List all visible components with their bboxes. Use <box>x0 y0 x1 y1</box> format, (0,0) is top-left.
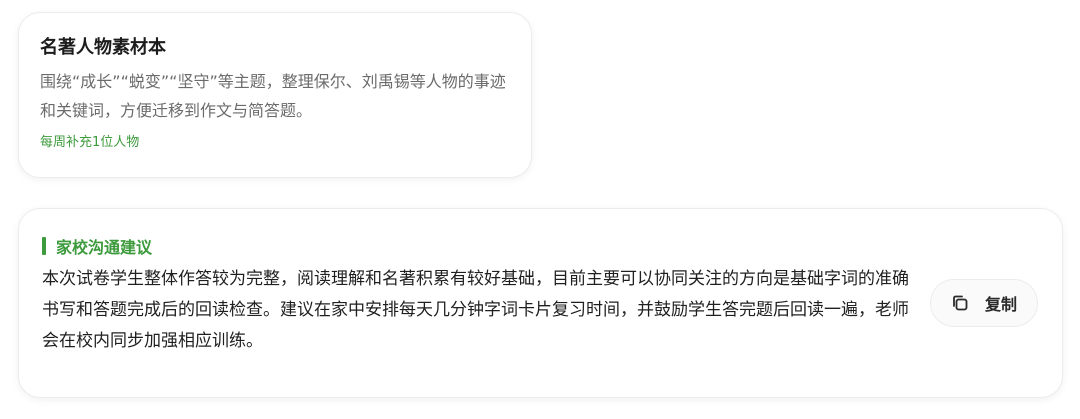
material-card-description: 围绕“成长”“蜕变”“坚守”等主题，整理保尔、刘禹锡等人物的事迹和关键词，方便迁… <box>40 72 506 120</box>
copy-button[interactable]: 复制 <box>930 279 1038 327</box>
page: 名著人物素材本 围绕“成长”“蜕变”“坚守”等主题，整理保尔、刘禹锡等人物的事迹… <box>0 0 1080 419</box>
material-card-title: 名著人物素材本 <box>40 37 166 58</box>
accent-bar <box>42 237 46 255</box>
advice-card: 家校沟通建议 本次试卷学生整体作答较为完整，阅读理解和名著积累有较好基础，目前主… <box>18 208 1063 398</box>
material-card-tag: 每周补充1位人物 <box>40 135 140 150</box>
material-card: 名著人物素材本 围绕“成长”“蜕变”“坚守”等主题，整理保尔、刘禹锡等人物的事迹… <box>18 12 532 178</box>
copy-icon <box>951 294 969 312</box>
copy-button-label: 复制 <box>984 295 1017 314</box>
advice-card-header: 家校沟通建议 <box>42 236 1062 257</box>
advice-card-body: 本次试卷学生整体作答较为完整，阅读理解和名著积累有较好基础，目前主要可以协同关注… <box>42 269 909 351</box>
advice-card-title: 家校沟通建议 <box>56 238 153 257</box>
